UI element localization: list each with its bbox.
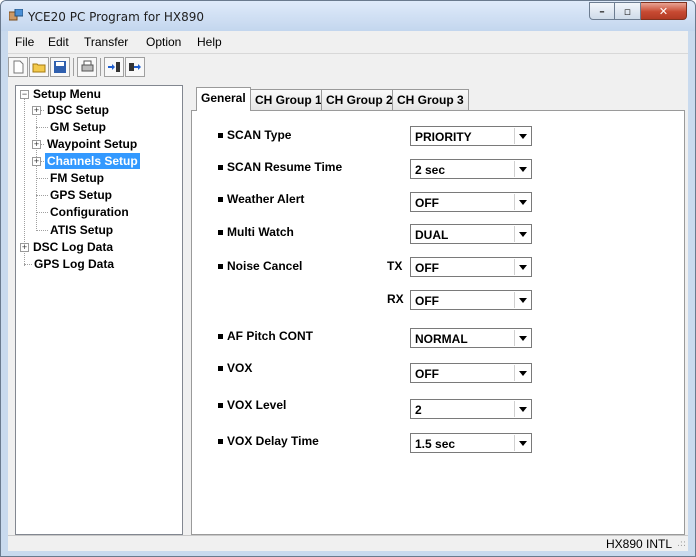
tree-connector (36, 212, 48, 213)
window-title: YCE20 PC Program for HX890 (28, 10, 205, 24)
minimize-button[interactable]: – (589, 2, 615, 20)
noise-cancel-tx-select[interactable]: OFF (410, 257, 532, 277)
menu-edit[interactable]: Edit (48, 35, 69, 49)
write-to-radio-button[interactable] (125, 57, 145, 77)
save-icon (54, 61, 66, 73)
setup-tree[interactable]: − Setup Menu + DSC Setup GM Setup + Wayp… (15, 85, 183, 535)
expand-icon[interactable]: + (32, 157, 41, 166)
title-bar[interactable]: YCE20 PC Program for HX890 – ▫ ✕ (1, 1, 695, 31)
scan-resume-time-select[interactable]: 2 sec (410, 159, 532, 179)
resize-grip-icon[interactable]: .:: (677, 539, 686, 549)
chevron-down-icon (514, 226, 530, 242)
chevron-down-icon (514, 128, 530, 144)
close-button[interactable]: ✕ (641, 2, 687, 20)
write-to-radio-icon (129, 63, 141, 71)
chevron-down-icon (514, 292, 530, 308)
menu-help[interactable]: Help (197, 35, 222, 49)
tab-ch-group-1[interactable]: CH Group 1 (250, 89, 327, 110)
tab-general[interactable]: General (196, 87, 251, 111)
open-folder-icon (32, 63, 46, 73)
tree-connector (36, 195, 48, 196)
tree-item-waypoint-setup[interactable]: Waypoint Setup (47, 136, 137, 152)
client-area: File Edit Transfer Option Help − Setup M… (8, 31, 688, 551)
noise-cancel-rx-select[interactable]: OFF (410, 290, 532, 310)
tab-ch-group-3[interactable]: CH Group 3 (392, 89, 469, 110)
chevron-down-icon (514, 365, 530, 381)
menu-transfer[interactable]: Transfer (84, 35, 128, 49)
print-button[interactable] (77, 57, 97, 77)
app-icon (9, 9, 23, 21)
noise-cancel-rx-label: RX (387, 292, 404, 306)
tree-item-atis-setup[interactable]: ATIS Setup (50, 222, 113, 238)
af-pitch-cont-label: AF Pitch CONT (218, 329, 313, 343)
vox-delay-time-select[interactable]: 1.5 sec (410, 433, 532, 453)
tree-connector (24, 264, 32, 265)
close-icon: ✕ (658, 5, 669, 18)
collapse-icon[interactable]: − (20, 90, 29, 99)
expand-icon[interactable]: + (32, 106, 41, 115)
read-from-radio-button[interactable] (104, 57, 124, 77)
open-button[interactable] (29, 57, 49, 77)
scan-type-label: SCAN Type (218, 128, 291, 142)
tree-connector (36, 178, 48, 179)
vox-level-label: VOX Level (218, 398, 286, 412)
menu-option[interactable]: Option (146, 35, 181, 49)
general-tab-content: SCAN Type PRIORITY SCAN Resume Time 2 se… (191, 110, 685, 535)
maximize-icon: ▫ (623, 5, 632, 18)
multi-watch-label: Multi Watch (218, 225, 294, 239)
chevron-down-icon (514, 161, 530, 177)
tree-item-dsc-log-data[interactable]: DSC Log Data (33, 239, 113, 255)
minimize-icon: – (599, 5, 605, 18)
model-status: HX890 INTL (605, 537, 672, 551)
tree-connector (36, 230, 48, 231)
chevron-down-icon (514, 401, 530, 417)
toolbar-separator (100, 58, 101, 76)
chevron-down-icon (514, 259, 530, 275)
tree-item-gps-log-data[interactable]: GPS Log Data (34, 256, 114, 272)
toolbar (8, 55, 688, 81)
menu-bar: File Edit Transfer Option Help (8, 31, 688, 54)
noise-cancel-tx-label: TX (387, 259, 403, 273)
read-from-radio-icon (108, 62, 120, 72)
toolbar-separator (73, 58, 74, 76)
vox-level-select[interactable]: 2 (410, 399, 532, 419)
tab-ch-group-2[interactable]: CH Group 2 (321, 89, 398, 110)
scan-type-select[interactable]: PRIORITY (410, 126, 532, 146)
chevron-down-icon (514, 330, 530, 346)
tree-item-gps-setup[interactable]: GPS Setup (50, 187, 112, 203)
chevron-down-icon (514, 435, 530, 451)
tree-root-setup-menu[interactable]: Setup Menu (33, 86, 101, 102)
print-icon (81, 60, 94, 72)
expand-icon[interactable]: + (20, 243, 29, 252)
vox-label: VOX (218, 361, 252, 375)
af-pitch-cont-select[interactable]: NORMAL (410, 328, 532, 348)
scan-resume-time-label: SCAN Resume Time (218, 160, 342, 174)
chevron-down-icon (514, 194, 530, 210)
maximize-button[interactable]: ▫ (615, 2, 641, 20)
settings-panel: General CH Group 1 CH Group 2 CH Group 3… (191, 85, 685, 535)
tree-connector (36, 127, 48, 128)
weather-alert-label: Weather Alert (218, 192, 304, 206)
vox-delay-time-label: VOX Delay Time (218, 434, 319, 448)
new-icon (13, 60, 24, 74)
multi-watch-select[interactable]: DUAL (410, 224, 532, 244)
expand-icon[interactable]: + (32, 140, 41, 149)
save-button[interactable] (50, 57, 70, 77)
tree-item-configuration[interactable]: Configuration (50, 204, 129, 220)
tree-item-dsc-setup[interactable]: DSC Setup (47, 102, 109, 118)
new-button[interactable] (8, 57, 28, 77)
tree-item-gm-setup[interactable]: GM Setup (50, 119, 106, 135)
app-window: YCE20 PC Program for HX890 – ▫ ✕ File Ed… (0, 0, 696, 557)
tree-connector (24, 98, 25, 266)
weather-alert-select[interactable]: OFF (410, 192, 532, 212)
noise-cancel-label: Noise Cancel (218, 259, 302, 273)
tree-item-channels-setup[interactable]: Channels Setup (45, 153, 140, 169)
tree-item-fm-setup[interactable]: FM Setup (50, 170, 104, 186)
vox-select[interactable]: OFF (410, 363, 532, 383)
menu-file[interactable]: File (15, 35, 34, 49)
status-bar: HX890 INTL .:: (8, 535, 688, 552)
